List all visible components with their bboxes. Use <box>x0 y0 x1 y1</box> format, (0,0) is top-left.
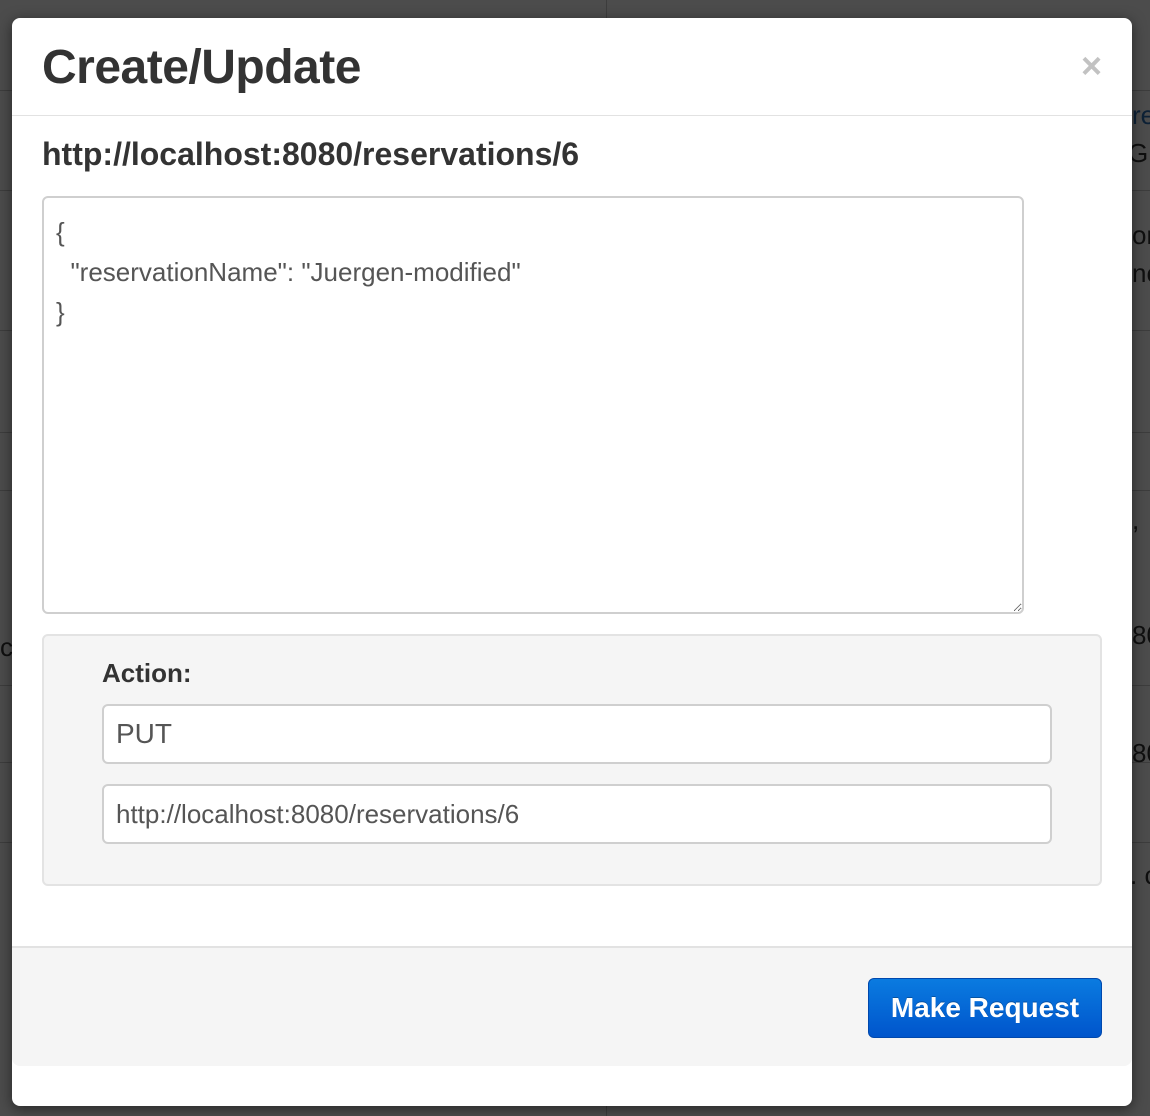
modal-body: http://localhost:8080/reservations/6 { "… <box>12 116 1132 946</box>
close-icon[interactable]: × <box>1081 46 1102 86</box>
modal-footer: Make Request <box>12 946 1132 1066</box>
background-text: nc <box>1132 258 1150 288</box>
request-url-input[interactable] <box>102 784 1052 844</box>
background-text: , <box>1132 505 1140 535</box>
background-text: re <box>1132 100 1150 130</box>
background-text: . c <box>1130 860 1150 890</box>
action-panel: Action: <box>42 634 1102 886</box>
request-url-heading: http://localhost:8080/reservations/6 <box>42 136 580 172</box>
create-update-modal: Create/Update × http://localhost:8080/re… <box>12 18 1132 1106</box>
background-text: 80 <box>1132 738 1150 768</box>
make-request-button[interactable]: Make Request <box>868 978 1102 1038</box>
modal-header: Create/Update × <box>12 18 1132 116</box>
background-text: or <box>1132 220 1150 250</box>
json-body-textarea[interactable]: { "reservationName": "Juergen-modified" … <box>42 196 1024 614</box>
modal-title: Create/Update <box>42 41 361 94</box>
action-label: Action: <box>102 658 192 688</box>
http-method-input[interactable] <box>102 704 1052 764</box>
background-text: 80 <box>1132 620 1150 650</box>
